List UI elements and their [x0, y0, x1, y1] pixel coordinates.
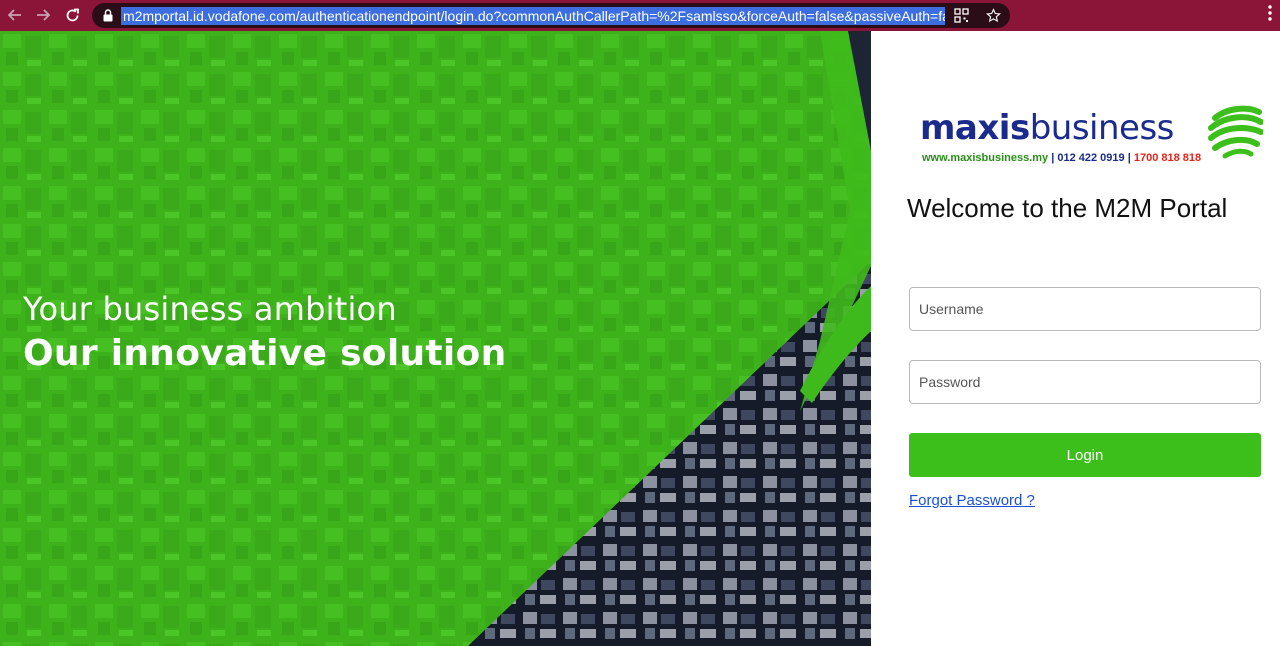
omnibox-actions [952, 6, 1002, 25]
logo-brand-light: business [1029, 108, 1175, 148]
password-input[interactable] [909, 360, 1261, 404]
qr-code-icon[interactable] [952, 7, 970, 25]
forgot-password-link[interactable]: Forgot Password ? [909, 492, 1035, 509]
logo-separator: | [1051, 152, 1055, 164]
hero-line-1: Your business ambition [23, 290, 397, 328]
star-icon[interactable] [984, 7, 1002, 25]
logo-brand-bold: maxis [920, 108, 1030, 148]
maxis-business-logo: maxisbusiness www.maxisbusiness.my | 012… [920, 101, 1263, 171]
url-text[interactable]: m2mportal.id.vodafone.com/authentication… [121, 6, 945, 25]
more-vert-icon[interactable] [1268, 5, 1272, 27]
address-bar[interactable]: m2mportal.id.vodafone.com/authentication… [92, 3, 1010, 28]
forward-arrow-icon[interactable] [30, 2, 56, 28]
hero-line-2: Our innovative solution [23, 333, 507, 374]
logo-contact-line: www.maxisbusiness.my | 012 422 0919 | 17… [922, 152, 1201, 164]
back-arrow-icon[interactable] [2, 2, 28, 28]
login-panel: maxisbusiness www.maxisbusiness.my | 012… [871, 31, 1280, 646]
hero-banner: Your business ambition Our innovative so… [0, 31, 871, 646]
maxis-swirl-icon [1208, 105, 1263, 159]
logo-phone-1: 012 422 0919 [1057, 152, 1125, 164]
lock-icon[interactable] [102, 9, 114, 23]
browser-toolbar: m2mportal.id.vodafone.com/authentication… [0, 0, 1280, 31]
logo-phone-2: 1700 818 818 [1133, 152, 1202, 164]
logo-website: www.maxisbusiness.my [922, 152, 1049, 164]
login-button[interactable]: Login [909, 433, 1261, 477]
hero-tagline: Your business ambition Our innovative so… [23, 289, 507, 379]
reload-icon[interactable] [59, 2, 85, 28]
username-input[interactable] [909, 287, 1261, 331]
welcome-title: Welcome to the M2M Portal [907, 193, 1228, 223]
logo-wordmark: maxisbusiness [920, 109, 1174, 147]
logo-separator: | [1127, 152, 1131, 164]
